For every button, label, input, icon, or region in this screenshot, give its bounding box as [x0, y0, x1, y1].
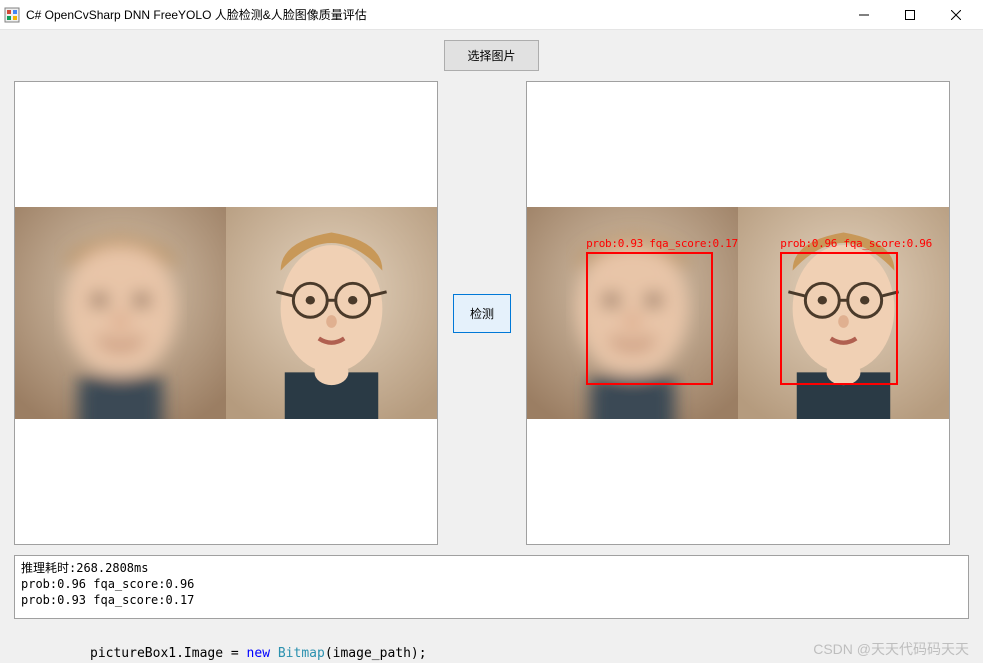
client-area: 选择图片: [0, 30, 983, 663]
output-line-2: prob:0.96 fqa_score:0.96: [21, 577, 194, 591]
choose-image-button[interactable]: 选择图片: [444, 40, 538, 71]
app-icon: [4, 7, 20, 23]
maximize-button[interactable]: [887, 1, 933, 29]
input-face-right: [226, 207, 437, 419]
output-line-time: 推理耗时:268.2808ms: [21, 561, 148, 575]
detect-button[interactable]: 检测: [453, 294, 511, 333]
output-line-3: prob:0.93 fqa_score:0.17: [21, 593, 194, 607]
window-title: C# OpenCvSharp DNN FreeYOLO 人脸检测&人脸图像质量评…: [26, 6, 841, 23]
input-image-panel: [14, 81, 438, 545]
output-face-right: [738, 207, 949, 419]
output-textbox[interactable]: 推理耗时:268.2808ms prob:0.96 fqa_score:0.96…: [14, 555, 969, 619]
output-image-panel: prob:0.93 fqa_score:0.17 prob:0.96 fqa_s…: [526, 81, 950, 545]
topbar: 选择图片: [14, 36, 969, 79]
middle-row: 检测: [14, 81, 969, 545]
output-image: prob:0.93 fqa_score:0.17 prob:0.96 fqa_s…: [527, 207, 949, 419]
window-controls: [841, 1, 979, 29]
close-button[interactable]: [933, 1, 979, 29]
minimize-button[interactable]: [841, 1, 887, 29]
input-face-left: [15, 207, 226, 419]
input-image: [15, 207, 437, 419]
center-button-wrap: 检测: [452, 294, 512, 333]
output-face-left: [527, 207, 738, 419]
titlebar: C# OpenCvSharp DNN FreeYOLO 人脸检测&人脸图像质量评…: [0, 0, 983, 30]
